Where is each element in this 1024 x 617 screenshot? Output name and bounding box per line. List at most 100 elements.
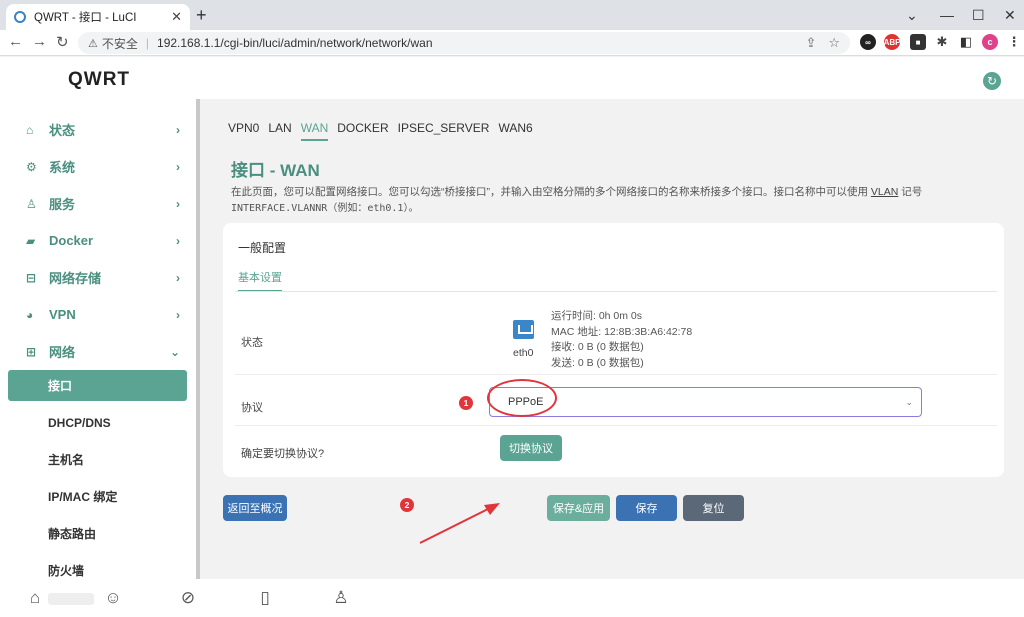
sidebar-item-network[interactable]: ⊞ 网络 ⌄ bbox=[0, 333, 196, 370]
minimize-icon[interactable]: — bbox=[940, 0, 954, 30]
new-tab-button[interactable]: + bbox=[196, 5, 207, 26]
chevron-right-icon: › bbox=[176, 307, 180, 322]
reload-icon[interactable]: ↻ bbox=[56, 33, 69, 51]
switch-protocol-label: 确定要切换协议? bbox=[241, 448, 325, 460]
eth-name: eth0 bbox=[513, 347, 534, 359]
home-icon[interactable]: ⌂ bbox=[24, 587, 46, 609]
status-info: 运行时间: 0h 0m 0s MAC 地址: 12:8B:3B:A6:42:78… bbox=[551, 309, 692, 371]
reset-button[interactable]: 复位 bbox=[683, 495, 744, 521]
sidebar-item-label: Docker bbox=[49, 233, 94, 248]
annotation-oval bbox=[487, 379, 557, 417]
side-panel-icon[interactable]: ◧ bbox=[958, 34, 974, 50]
back-to-overview-button[interactable]: 返回至概况 bbox=[223, 495, 287, 521]
brand-logo[interactable]: QWRT bbox=[68, 69, 130, 91]
browser-menu-icon[interactable]: ⋮ bbox=[1006, 34, 1022, 50]
profile-avatar[interactable]: c bbox=[982, 34, 998, 50]
bookmark-star-icon[interactable]: ☆ bbox=[828, 35, 840, 51]
browser-tab[interactable]: QWRT - 接口 - LuCI ✕ bbox=[6, 4, 190, 30]
user-icon: ♙ bbox=[26, 196, 37, 211]
network-icon: ⊞ bbox=[26, 344, 37, 359]
annotation-badge-1: 1 bbox=[459, 396, 473, 410]
url-text: 192.168.1.1/cgi-bin/luci/admin/network/n… bbox=[157, 36, 433, 50]
chevron-right-icon: › bbox=[176, 196, 180, 211]
save-button[interactable]: 保存 bbox=[616, 495, 677, 521]
vpn-icon: ◕ bbox=[26, 307, 34, 322]
sidebar-item-system[interactable]: ⚙ 系统 › bbox=[0, 148, 196, 185]
protocol-label: 协议 bbox=[241, 402, 263, 414]
user-icon[interactable]: ♙ bbox=[330, 587, 352, 609]
vlan-link[interactable]: VLAN bbox=[871, 186, 898, 198]
sidebar-item-label: 系统 bbox=[49, 160, 76, 175]
save-apply-button[interactable]: 保存&应用 bbox=[547, 495, 610, 521]
sidebar-item-interfaces[interactable]: 接口 bbox=[8, 370, 187, 401]
divider bbox=[235, 291, 997, 292]
cat-icon[interactable]: ☺ bbox=[102, 587, 124, 609]
luci-favicon-icon bbox=[14, 11, 26, 23]
tab-search-chevron-icon[interactable]: ⌄ bbox=[906, 0, 918, 30]
sidebar-item-static-routes[interactable]: 静态路由 bbox=[0, 515, 196, 552]
sidebar-item-ip-mac-binding[interactable]: IP/MAC 绑定 bbox=[0, 478, 196, 515]
compass-icon[interactable]: ⊘ bbox=[177, 587, 199, 609]
sidebar-item-label: 服务 bbox=[49, 197, 76, 212]
tab-vpn0[interactable]: VPN0 bbox=[228, 121, 259, 141]
back-arrow-icon[interactable]: ← bbox=[8, 33, 23, 50]
forward-arrow-icon[interactable]: → bbox=[32, 33, 47, 50]
tab-close-icon[interactable]: ✕ bbox=[171, 9, 182, 25]
general-config-card: 一般配置 基本设置 状态 eth0 运行时间: 0h 0m 0s MAC 地址:… bbox=[223, 223, 1004, 477]
warning-icon: ⚠ bbox=[88, 37, 98, 50]
tab-ipsec-server[interactable]: IPSEC_SERVER bbox=[398, 121, 490, 141]
chevron-right-icon: › bbox=[176, 233, 180, 248]
url-separator: | bbox=[145, 36, 150, 50]
sidebar-item-vpn[interactable]: ◕ VPN › bbox=[0, 296, 196, 333]
ethernet-port-icon bbox=[513, 320, 534, 339]
luci-page: QWRT ↻ ⌂ 状态 › ⚙ 系统 › ♙ 服务 › ▰ Docker › ⊟… bbox=[0, 57, 1024, 617]
bottom-nav-bar: ⌂ ☺ ⊘ ▯ ♙ bbox=[0, 579, 1024, 617]
sidebar-item-hostnames[interactable]: 主机名 bbox=[0, 441, 196, 478]
refresh-icon[interactable]: ↻ bbox=[983, 72, 1001, 90]
extension-glasses-icon[interactable]: ∞ bbox=[860, 34, 876, 50]
status-label: 状态 bbox=[241, 337, 263, 349]
sidebar: ⌂ 状态 › ⚙ 系统 › ♙ 服务 › ▰ Docker › ⊟ 网络存储 ›… bbox=[0, 99, 196, 579]
description-text: 在此页面，您可以配置网络接口。您可以勾选“桥接接口”，并输入由空格分隔的多个网络… bbox=[231, 186, 871, 198]
chevron-down-icon: ⌄ bbox=[905, 396, 913, 407]
tab-lan[interactable]: LAN bbox=[268, 121, 291, 141]
bar-chart-icon[interactable]: ▯ bbox=[254, 587, 276, 609]
chevron-right-icon: › bbox=[176, 122, 180, 137]
status-uptime: 运行时间: 0h 0m 0s bbox=[551, 310, 643, 322]
chevron-down-icon: ⌄ bbox=[169, 344, 180, 359]
sidebar-item-nas[interactable]: ⊟ 网络存储 › bbox=[0, 259, 196, 296]
url-input[interactable]: ⚠ 不安全 | 192.168.1.1/cgi-bin/luci/admin/n… bbox=[78, 32, 850, 54]
sidebar-item-services[interactable]: ♙ 服务 › bbox=[0, 185, 196, 222]
browser-tab-bar: QWRT - 接口 - LuCI ✕ + ⌄ — ☐ ✕ bbox=[0, 0, 1024, 30]
tab-docker[interactable]: DOCKER bbox=[337, 121, 388, 141]
status-mac: MAC 地址: 12:8B:3B:A6:42:78 bbox=[551, 325, 693, 338]
maximize-icon[interactable]: ☐ bbox=[972, 0, 985, 30]
annotation-arrow bbox=[419, 503, 500, 544]
puzzle-extensions-icon[interactable]: ✱ bbox=[934, 34, 950, 50]
sidebar-item-docker[interactable]: ▰ Docker › bbox=[0, 222, 196, 259]
sidebar-scrollbar[interactable] bbox=[196, 99, 200, 579]
sidebar-item-status[interactable]: ⌂ 状态 › bbox=[0, 111, 196, 148]
gear-icon: ⚙ bbox=[26, 159, 37, 174]
blurred-area bbox=[48, 593, 94, 605]
top-header: QWRT ↻ bbox=[0, 57, 1024, 99]
extension-badge-icon[interactable]: ■ bbox=[910, 34, 926, 50]
divider bbox=[235, 374, 997, 375]
storage-icon: ⊟ bbox=[26, 270, 37, 285]
sidebar-item-label: 网络 bbox=[49, 345, 76, 360]
address-bar: ← → ↻ ⚠ 不安全 | 192.168.1.1/cgi-bin/luci/a… bbox=[0, 30, 1024, 56]
sidebar-item-firewall[interactable]: 防火墙 bbox=[0, 552, 196, 579]
interface-tabs: VPN0 LAN WAN DOCKER IPSEC_SERVER WAN6 bbox=[228, 121, 533, 141]
annotation-badge-2: 2 bbox=[400, 498, 414, 512]
tab-basic-settings[interactable]: 基本设置 bbox=[238, 269, 282, 292]
description-example: INTERFACE.VLANNR（例如：eth0.1）。 bbox=[231, 203, 419, 214]
tab-wan[interactable]: WAN bbox=[300, 121, 329, 141]
status-tx: 发送: 0 B (0 数据包) bbox=[551, 356, 644, 369]
tab-wan6[interactable]: WAN6 bbox=[498, 121, 532, 141]
share-icon[interactable]: ⇪ bbox=[805, 35, 816, 51]
window-close-icon[interactable]: ✕ bbox=[1004, 0, 1016, 30]
sidebar-item-dhcp-dns[interactable]: DHCP/DNS bbox=[0, 404, 196, 441]
switch-protocol-button[interactable]: 切换协议 bbox=[500, 435, 562, 461]
description-text-suffix: 记号 bbox=[898, 186, 923, 198]
adblock-icon[interactable]: ABP bbox=[884, 34, 900, 50]
